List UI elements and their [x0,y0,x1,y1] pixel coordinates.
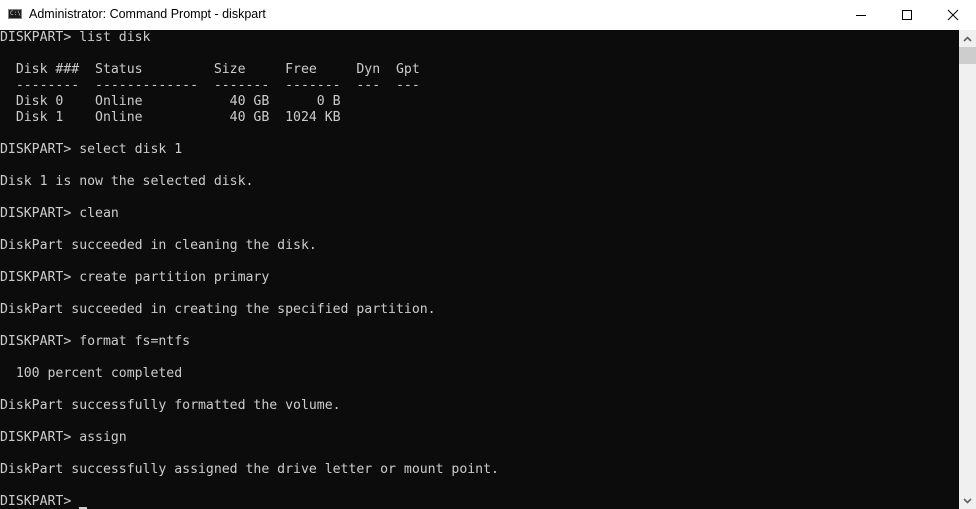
scroll-down-arrow-icon [963,497,972,504]
cmd-icon-glyph: C:\. [10,10,25,17]
console-line: Disk 1 Online 40 GB 1024 KB [0,110,341,125]
console-line: DiskPart successfully assigned the drive… [0,462,499,477]
minimize-button[interactable] [838,0,884,30]
vertical-scrollbar[interactable] [959,30,976,509]
console-line: DiskPart succeeded in creating the speci… [0,302,436,317]
console-line: DISKPART> select disk 1 [0,142,183,157]
scroll-down-button[interactable] [959,492,976,509]
console-line: Disk 1 is now the selected disk. [0,174,254,189]
maximize-button[interactable] [884,0,930,30]
console-line: DiskPart succeeded in cleaning the disk. [0,238,317,253]
console-line: DISKPART> assign [0,430,127,445]
close-button[interactable] [930,0,976,30]
scrollbar-thumb[interactable] [959,47,976,64]
close-icon [947,9,959,21]
scroll-up-button[interactable] [959,30,976,47]
prompt-text: DISKPART> [0,494,80,509]
console-line: DISKPART> create partition primary [0,270,270,285]
window-title: Administrator: Command Prompt - diskpart [29,7,266,21]
title-bar[interactable]: C:\. Administrator: Command Prompt - dis… [0,0,976,30]
console-line: DiskPart successfully formatted the volu… [0,398,341,413]
console-prompt-line[interactable]: DISKPART> [0,494,499,509]
console-line: DISKPART> list disk [0,30,151,45]
cmd-icon: C:\. [8,9,25,19]
console-line: 100 percent completed [0,366,183,381]
console-line: Disk 0 Online 40 GB 0 B [0,94,341,109]
console-line: Disk ### Status Size Free Dyn Gpt [0,62,420,77]
console-line: DISKPART> clean [0,206,119,221]
maximize-icon [902,10,912,20]
console-line: -------- ------------- ------- ------- -… [0,78,420,93]
console-line: DISKPART> format fs=ntfs [0,334,191,349]
scroll-up-arrow-icon [963,35,972,42]
minimize-icon [856,15,866,16]
console-output[interactable]: DISKPART> list disk Disk ### Status Size… [0,30,959,509]
console-lines: DISKPART> list disk Disk ### Status Size… [0,30,499,509]
